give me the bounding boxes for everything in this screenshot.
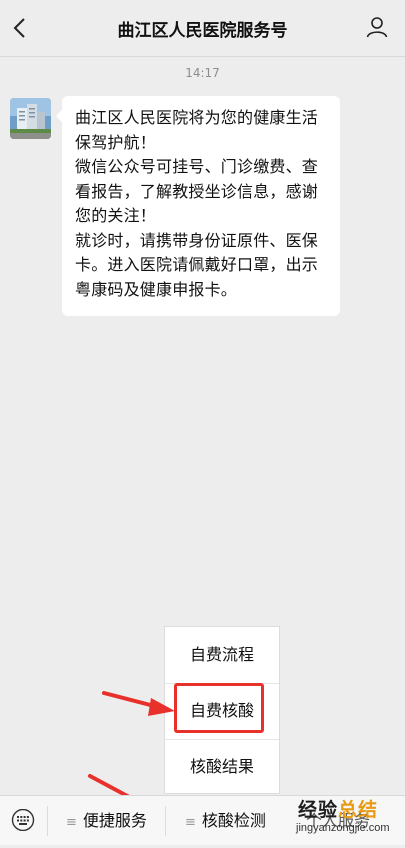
keyboard-icon[interactable] <box>10 809 36 831</box>
menu-button-convenient-services[interactable]: ≡ 便捷服务 <box>66 796 147 846</box>
submenu-popup: 自费流程 自费核酸 核酸结果 <box>164 626 280 794</box>
menu-lines-icon: ≡ <box>66 815 77 830</box>
menu-item-self-pay-process[interactable]: 自费流程 <box>165 627 279 684</box>
message-line-instructions: 就诊时，请携带身份证原件、医保卡。进入医院请佩戴好口罩，出示粤康码及健康申报卡。 <box>75 230 319 299</box>
watermark-logo: 经验总结 <box>298 795 378 822</box>
watermark-logo-part1: 经验 <box>298 799 339 821</box>
top-nav-bar: 曲江区人民医院服务号 <box>0 0 405 57</box>
person-icon[interactable] <box>365 15 389 39</box>
hospital-building-avatar-icon <box>10 98 51 139</box>
chevron-left-icon[interactable] <box>10 16 32 40</box>
menu-item-test-results[interactable]: 核酸结果 <box>165 739 279 795</box>
divider <box>47 806 48 836</box>
menu-label: 核酸检测 <box>201 811 266 830</box>
page-title: 曲江区人民医院服务号 <box>117 21 288 41</box>
site-watermark: 经验总结 jingyanzongjie.com <box>296 795 405 845</box>
message-bubble[interactable]: 曲江区人民医院将为您的健康生活保驾护航！ 微信公众号可挂号、门诊缴费、查看报告，… <box>56 96 340 316</box>
menu-item-self-pay-test[interactable]: 自费核酸 <box>165 683 279 740</box>
message-line-welcome: 曲江区人民医院将为您的健康生活保驾护航！ <box>75 108 319 152</box>
menu-button-nucleic-acid-test[interactable]: ≡ 核酸检测 <box>185 796 266 846</box>
menu-label: 便捷服务 <box>82 811 147 830</box>
watermark-logo-part2: 总结 <box>338 799 379 821</box>
watermark-url: jingyanzongjie.com <box>296 822 390 834</box>
menu-lines-icon: ≡ <box>185 815 196 830</box>
message-line-services: 微信公众号可挂号、门诊缴费、查看报告，了解教授坐诊信息，感谢您的关注！ <box>75 157 319 225</box>
message-timestamp: 14:17 <box>185 66 220 80</box>
hospital-avatar[interactable] <box>10 98 51 139</box>
divider <box>165 806 166 836</box>
